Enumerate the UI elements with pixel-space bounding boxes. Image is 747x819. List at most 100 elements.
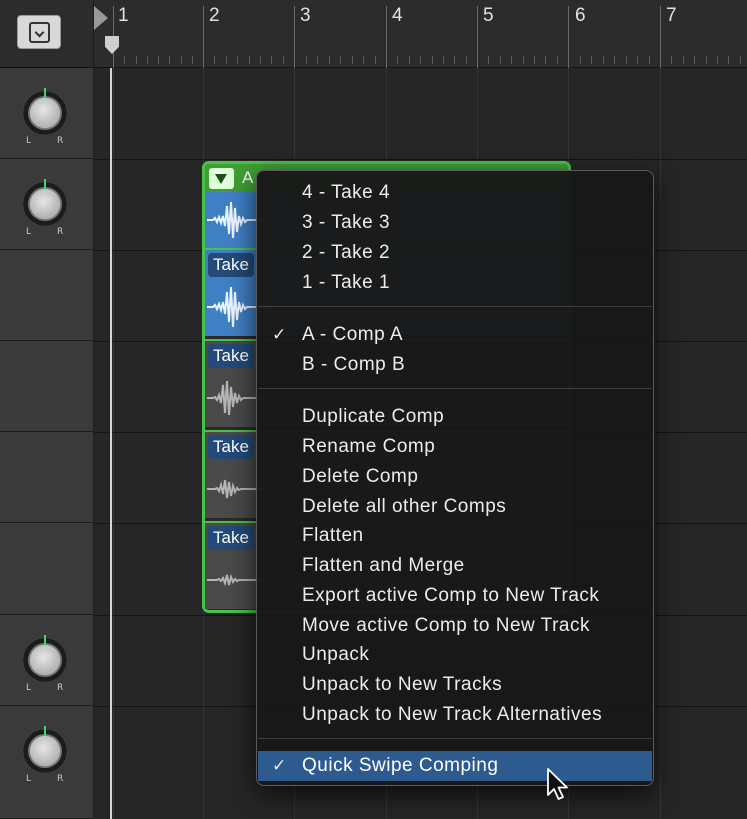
track-header-3[interactable]: L R xyxy=(0,615,93,706)
menu-item-delete-all-other-comps[interactable]: Delete all other Comps xyxy=(258,492,652,522)
menu-item-label: Unpack xyxy=(302,644,370,665)
bar-number: 7 xyxy=(666,5,677,26)
menu-item-duplicate-comp[interactable]: Duplicate Comp xyxy=(258,402,652,432)
pan-left-label: L xyxy=(26,136,32,146)
bar-number: 6 xyxy=(575,5,586,26)
take-folder-disclosure-button[interactable] xyxy=(209,168,234,189)
ruler-tick xyxy=(420,56,421,64)
ruler-tick xyxy=(249,56,250,64)
take-label: Take xyxy=(208,344,254,368)
ruler-tick xyxy=(614,56,615,64)
ruler-tick xyxy=(136,56,137,64)
ruler-tick xyxy=(226,56,227,64)
playhead-line xyxy=(110,68,112,819)
global-header-cell xyxy=(0,0,93,68)
ruler-tick xyxy=(432,56,433,64)
pan-knob[interactable]: L R xyxy=(20,88,70,146)
pan-left-label: L xyxy=(26,774,32,784)
track-header-take-lane[interactable] xyxy=(0,523,93,615)
menu-item-quick-swipe-comping[interactable]: ✓ Quick Swipe Comping xyxy=(258,751,652,781)
pan-knob[interactable]: L R xyxy=(20,726,70,784)
ruler-tick xyxy=(454,56,455,64)
bar-ruler[interactable]: 1 2 3 4 5 6 7 xyxy=(94,0,747,68)
ruler-tick xyxy=(147,56,148,64)
ruler-tick xyxy=(511,56,512,64)
bar-number: 4 xyxy=(392,5,403,26)
menu-item-delete-comp[interactable]: Delete Comp xyxy=(258,462,652,492)
menu-item-label: Export active Comp to New Track xyxy=(302,585,600,606)
menu-item-comp-b[interactable]: B - Comp B xyxy=(258,350,652,380)
ruler-tick xyxy=(363,56,364,64)
menu-item-label: Move active Comp to New Track xyxy=(302,615,590,636)
track-header-take-lane[interactable] xyxy=(0,432,93,523)
menu-item-label: Unpack to New Tracks xyxy=(302,674,503,695)
active-comp-label: A xyxy=(242,168,254,187)
ruler-tick xyxy=(317,56,318,64)
ruler-tick xyxy=(557,56,558,64)
pan-right-label: R xyxy=(57,683,64,693)
menu-item-unpack-new-tracks[interactable]: Unpack to New Tracks xyxy=(258,670,652,700)
menu-item-take-3[interactable]: 3 - Take 3 xyxy=(258,208,652,238)
menu-item-unpack[interactable]: Unpack xyxy=(258,640,652,670)
ruler-tick xyxy=(545,56,546,64)
ruler-tick xyxy=(603,56,604,64)
ruler-tick xyxy=(466,56,467,64)
pan-knob[interactable]: L R xyxy=(20,179,70,237)
bar-number: 3 xyxy=(300,5,311,26)
menu-separator xyxy=(258,388,652,389)
menu-item-label: Delete all other Comps xyxy=(302,496,507,517)
menu-item-unpack-new-track-alternatives[interactable]: Unpack to New Track Alternatives xyxy=(258,700,652,730)
ruler-tick xyxy=(523,56,524,64)
ruler-tick xyxy=(181,56,182,64)
pan-knob[interactable]: L R xyxy=(20,635,70,693)
pan-right-label: R xyxy=(57,136,64,146)
track-header-1[interactable]: L R xyxy=(0,68,93,159)
ruler-tick xyxy=(329,56,330,64)
checkmark-icon: ✓ xyxy=(272,325,287,345)
track-header-2[interactable]: L R xyxy=(0,159,93,250)
track-header-take-lane[interactable] xyxy=(0,341,93,432)
ruler-tick xyxy=(340,56,341,64)
menu-item-flatten[interactable]: Flatten xyxy=(258,521,652,551)
menu-item-move-comp-new-track[interactable]: Move active Comp to New Track xyxy=(258,611,652,641)
take-label: Take xyxy=(208,435,254,459)
menu-item-flatten-and-merge[interactable]: Flatten and Merge xyxy=(258,551,652,581)
ruler-tick xyxy=(534,56,535,64)
ruler-tick xyxy=(124,56,125,64)
ruler-tick xyxy=(694,56,695,64)
menu-item-comp-a[interactable]: ✓ A - Comp A xyxy=(258,320,652,350)
menu-item-take-2[interactable]: 2 - Take 2 xyxy=(258,238,652,268)
ruler-tick xyxy=(649,56,650,64)
ruler-tick xyxy=(706,56,707,64)
menu-item-label: B - Comp B xyxy=(302,354,406,375)
arrow-pointer-icon xyxy=(547,768,568,800)
track-header-take-lane[interactable] xyxy=(0,250,93,341)
menu-item-label: Flatten and Merge xyxy=(302,555,465,576)
menu-item-label: Delete Comp xyxy=(302,466,419,487)
ruler-tick xyxy=(626,56,627,64)
ruler-tick xyxy=(306,56,307,64)
menu-item-take-4[interactable]: 4 - Take 4 xyxy=(258,178,652,208)
menu-item-label: 3 - Take 3 xyxy=(302,212,391,233)
menu-item-label: 1 - Take 1 xyxy=(302,272,391,293)
ruler-tick xyxy=(158,56,159,64)
take-label: Take xyxy=(208,253,254,277)
track-list-button[interactable] xyxy=(17,15,61,49)
ruler-tick xyxy=(283,56,284,64)
menu-item-rename-comp[interactable]: Rename Comp xyxy=(258,432,652,462)
menu-separator xyxy=(258,738,652,739)
ruler-tick xyxy=(591,56,592,64)
menu-item-label: Flatten xyxy=(302,525,364,546)
menu-item-take-1[interactable]: 1 - Take 1 xyxy=(258,268,652,298)
pan-right-label: R xyxy=(57,227,64,237)
bar-number: 2 xyxy=(209,5,220,26)
menu-item-label: Duplicate Comp xyxy=(302,406,445,427)
ruler-tick xyxy=(500,56,501,64)
take-folder-context-menu[interactable]: 4 - Take 4 3 - Take 3 2 - Take 2 1 - Tak… xyxy=(256,170,654,786)
playhead-handle[interactable] xyxy=(105,36,119,54)
bar-number: 1 xyxy=(118,5,129,26)
menu-item-export-comp-new-track[interactable]: Export active Comp to New Track xyxy=(258,581,652,611)
menu-item-label: Quick Swipe Comping xyxy=(302,755,499,776)
track-header-4[interactable]: L R xyxy=(0,706,93,819)
ruler-tick xyxy=(740,56,741,64)
